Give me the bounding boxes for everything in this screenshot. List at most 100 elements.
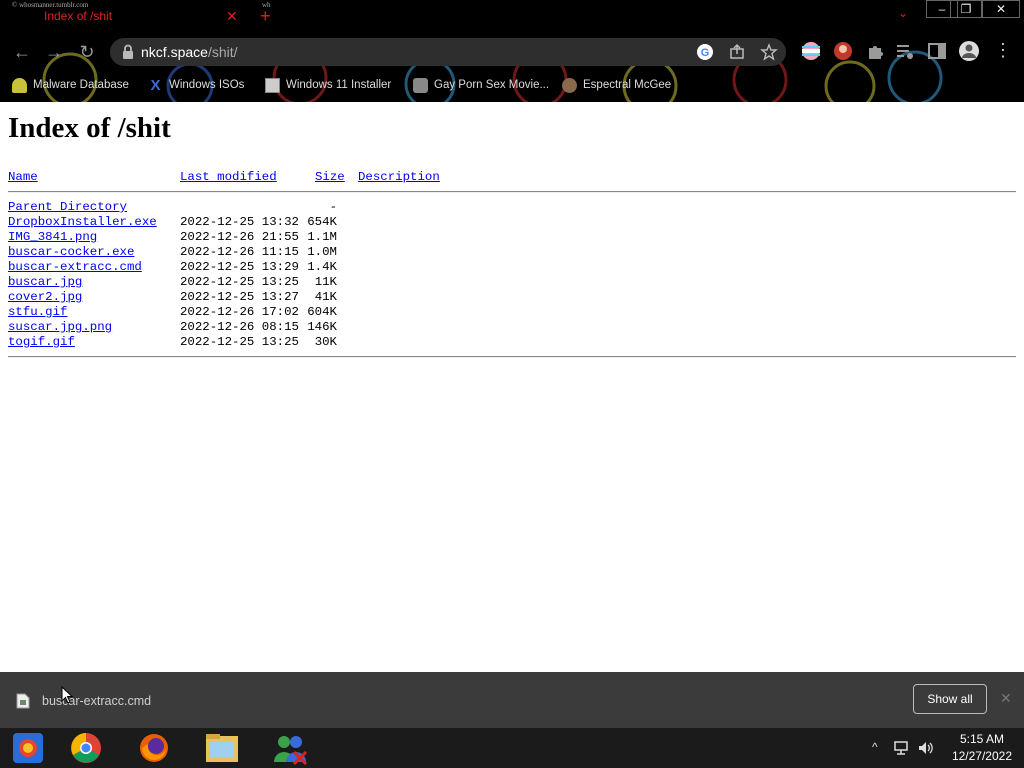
share-icon[interactable]	[728, 43, 746, 61]
clock-time: 5:15 AM	[959, 732, 1004, 746]
firefox-taskbar-icon[interactable]	[132, 730, 176, 766]
close-window-button[interactable]: ✕	[982, 0, 1020, 18]
table-row: Parent Directory -	[0, 200, 600, 215]
table-row: suscar.jpg.png 2022-12-26 08:15 146K	[0, 320, 600, 335]
show-hidden-icons-chevron-icon[interactable]: ^	[872, 740, 878, 754]
header-divider	[8, 191, 1016, 193]
close-download-bar-icon[interactable]: ✕	[1000, 690, 1012, 707]
footer-divider	[8, 356, 1016, 358]
bookmark-espectral-mcgee[interactable]: Espectral McGee	[562, 76, 671, 94]
file-modified: 2022-12-25 13:32	[180, 215, 299, 229]
user-icon	[12, 77, 27, 93]
media-queue-icon[interactable]	[894, 40, 916, 62]
download-filename: buscar-extracc.cmd	[42, 694, 152, 708]
file-size: 604K	[307, 305, 337, 319]
side-panel-icon[interactable]	[926, 40, 948, 62]
file-size: 146K	[307, 320, 337, 334]
file-size: 1.4K	[307, 260, 337, 274]
address-bar[interactable]: nkcf.space/shit/ G	[110, 38, 786, 66]
tab-caption: © whosmanner.tumblr.com	[12, 1, 89, 9]
svg-text:G: G	[701, 47, 710, 59]
network-icon[interactable]	[893, 740, 909, 756]
file-size: 1.1M	[307, 230, 337, 244]
show-all-button[interactable]: Show all	[913, 684, 987, 714]
bookmark-label: Malware Database	[33, 79, 129, 91]
download-item[interactable]: buscar-extracc.cmd	[16, 690, 151, 712]
flag-extension-icon[interactable]	[800, 40, 822, 62]
file-size: 654K	[307, 215, 337, 229]
bookmark-malware-database[interactable]: Malware Database	[12, 76, 129, 94]
forward-arrow-icon[interactable]: →	[43, 42, 65, 64]
active-tab[interactable]: © whosmanner.tumblr.com Index of /shit ✕	[0, 0, 250, 34]
volume-icon[interactable]	[917, 740, 933, 756]
file-size: 11K	[314, 275, 337, 289]
file-size: -	[329, 200, 337, 214]
bookmark-windows-11-installer[interactable]: Windows 11 Installer	[265, 76, 391, 94]
parent-directory-link[interactable]: Parent Directory	[8, 200, 127, 214]
tab-search-chevron-icon[interactable]: ⌄	[898, 6, 908, 20]
chrome-taskbar-icon[interactable]	[64, 730, 108, 766]
column-last-modified-link[interactable]: Last modified	[180, 170, 277, 184]
file-link[interactable]: cover2.jpg	[8, 290, 82, 304]
url-text: nkcf.space/shit/	[141, 44, 238, 60]
url-path: /shit/	[207, 44, 238, 60]
file-link[interactable]: buscar-cocker.exe	[8, 245, 134, 259]
restore-button[interactable]: ❐	[950, 0, 982, 18]
table-row: buscar-cocker.exe 2022-12-26 11:15 1.0M	[0, 245, 600, 260]
start-button-icon[interactable]	[6, 730, 50, 766]
table-row: buscar-extracc.cmd 2022-12-25 13:29 1.4K	[0, 260, 600, 275]
file-size: 30K	[314, 335, 337, 349]
x-icon: X	[150, 76, 161, 94]
table-row: buscar.jpg 2022-12-25 13:25 11K	[0, 275, 600, 290]
bookmark-movie[interactable]: Gay Porn Sex Movie...	[413, 76, 549, 94]
column-size-link[interactable]: Size	[315, 170, 345, 184]
avatar-extension-icon[interactable]	[832, 40, 854, 62]
page-title: Index of /shit	[8, 112, 171, 144]
bookmark-windows-isos[interactable]: X Windows ISOs	[148, 76, 244, 94]
file-link[interactable]: DropboxInstaller.exe	[8, 215, 157, 229]
file-icon	[16, 693, 30, 709]
bookmark-label: Windows ISOs	[169, 79, 245, 91]
star-icon[interactable]	[760, 43, 778, 61]
new-tab-button[interactable]: +	[260, 6, 271, 27]
bookmarks-bar: Malware Database X Windows ISOs Windows …	[0, 72, 1024, 98]
file-link[interactable]: IMG_3841.png	[8, 230, 97, 244]
reload-icon[interactable]: ↻	[76, 42, 98, 64]
page-content: Index of /shit Name Last modified Size D…	[0, 102, 1024, 672]
file-modified: 2022-12-26 17:02	[180, 305, 299, 319]
menu-kebab-icon[interactable]: ⋮	[994, 40, 1012, 61]
tab-close-icon[interactable]: ✕	[226, 8, 238, 25]
face-icon	[562, 77, 577, 93]
clock-date: 12/27/2022	[951, 749, 1012, 763]
file-explorer-taskbar-icon[interactable]	[200, 730, 244, 766]
back-arrow-icon[interactable]: ←	[11, 42, 33, 64]
browser-frame: © whosmanner.tumblr.com Index of /shit ✕…	[0, 0, 1024, 102]
profile-icon[interactable]	[958, 40, 980, 62]
table-row: stfu.gif 2022-12-26 17:02 604K	[0, 305, 600, 320]
file-link[interactable]: buscar.jpg	[8, 275, 82, 289]
bookmark-label: Gay Porn Sex Movie...	[434, 79, 550, 91]
file-modified: 2022-12-25 13:29	[180, 260, 299, 274]
file-modified: 2022-12-26 08:15	[180, 320, 299, 334]
file-modified: 2022-12-25 13:25	[180, 275, 299, 289]
bookmark-label: Windows 11 Installer	[286, 79, 392, 91]
bookmark-label: Espectral McGee	[583, 79, 672, 91]
puzzle-icon[interactable]	[864, 40, 886, 62]
file-link[interactable]: stfu.gif	[8, 305, 68, 319]
column-description-link[interactable]: Description	[358, 170, 440, 184]
system-clock[interactable]: 5:15 AM 12/27/2022	[952, 731, 1012, 765]
file-link[interactable]: buscar-extracc.cmd	[8, 260, 142, 274]
table-row: cover2.jpg 2022-12-25 13:27 41K	[0, 290, 600, 305]
tab-title: Index of /shit	[44, 9, 113, 23]
file-link[interactable]: suscar.jpg.png	[8, 320, 112, 334]
download-bar: buscar-extracc.cmd Show all ✕	[0, 672, 1024, 728]
tab-strip: © whosmanner.tumblr.com Index of /shit ✕…	[0, 0, 1024, 34]
messenger-taskbar-icon[interactable]	[268, 730, 312, 766]
taskbar: ^ 5:15 AM 12/27/2022	[0, 728, 1024, 768]
box-icon	[413, 77, 428, 93]
column-name-link[interactable]: Name	[8, 170, 38, 184]
table-row: IMG_3841.png 2022-12-26 21:55 1.1M	[0, 230, 600, 245]
file-link[interactable]: togif.gif	[8, 335, 75, 349]
google-icon[interactable]: G	[696, 43, 714, 61]
file-modified: 2022-12-25 13:25	[180, 335, 299, 349]
